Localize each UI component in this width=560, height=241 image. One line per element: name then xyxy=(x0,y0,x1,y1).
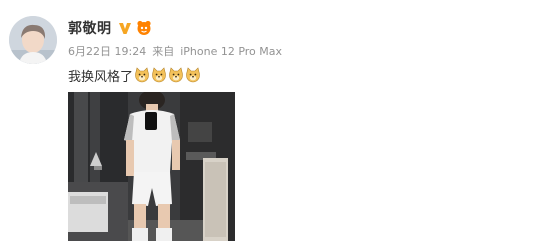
mirror-selfie-image xyxy=(68,92,235,241)
member-level-icon[interactable] xyxy=(136,20,152,36)
doge-emoji-icon xyxy=(169,67,183,83)
avatar-image xyxy=(9,16,57,64)
doge-emoji-icon xyxy=(186,67,200,83)
username[interactable]: 郭敬明 xyxy=(68,18,112,38)
post-date[interactable]: 6月22日 19:24 xyxy=(68,45,146,58)
post-source: iPhone 12 Pro Max xyxy=(180,45,283,58)
name-row: 郭敬明 xyxy=(68,18,152,38)
post-photo[interactable] xyxy=(68,92,235,241)
avatar[interactable] xyxy=(9,16,57,64)
post-meta: 6月22日 19:24 来自 iPhone 12 Pro Max xyxy=(68,43,282,59)
post-content: 我换风格了 xyxy=(68,66,201,85)
doge-emoji-icon xyxy=(152,67,166,83)
post-text: 我换风格了 xyxy=(68,69,134,85)
verified-v-badge-icon[interactable] xyxy=(118,21,132,35)
source-prefix: 来自 xyxy=(152,45,175,58)
doge-emoji-icon xyxy=(135,67,149,83)
